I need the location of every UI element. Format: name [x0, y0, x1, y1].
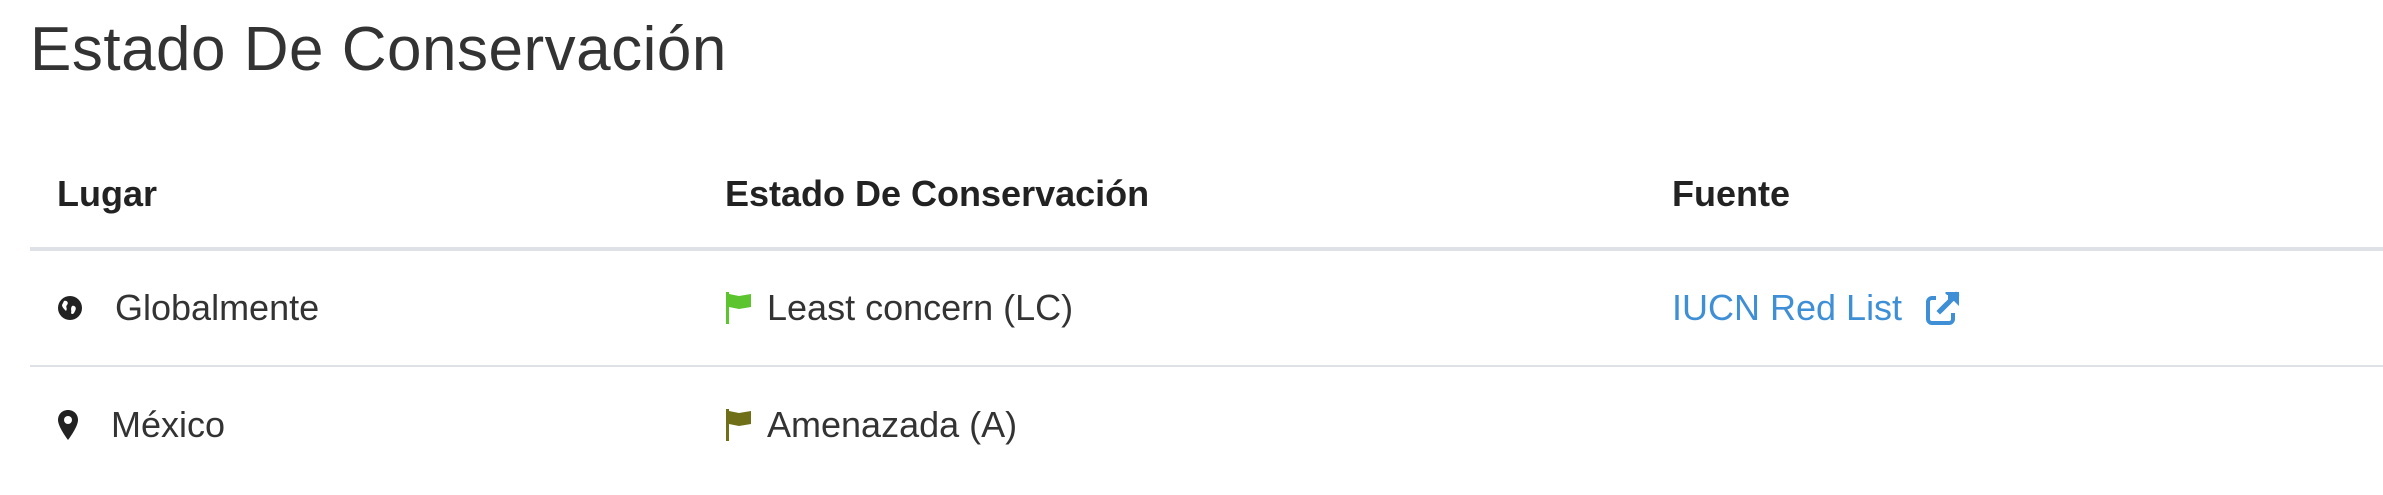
- globe-icon: [57, 295, 83, 321]
- external-link-icon[interactable]: [1926, 291, 1961, 325]
- column-header-status: Estado De Conservación: [725, 172, 1150, 214]
- place-label: México: [111, 403, 226, 445]
- status-label: Amenazada (A): [767, 403, 1018, 445]
- table-row: Globalmente Least concern (LC) IUCN Red …: [30, 251, 2383, 367]
- table-row: México Amenazada (A): [30, 367, 2383, 482]
- flag-icon: [725, 407, 753, 443]
- map-pin-icon: [57, 409, 79, 441]
- status-label: Least concern (LC): [767, 287, 1074, 328]
- status-cell: Amenazada (A): [725, 367, 1017, 482]
- flag-icon: [725, 290, 753, 326]
- source-cell: IUCN Red List: [1672, 251, 1961, 365]
- section-title: Estado De Conservación: [30, 15, 727, 84]
- place-cell: Globalmente: [57, 251, 319, 365]
- column-header-source: Fuente: [1672, 172, 1791, 214]
- column-header-place: Lugar: [57, 172, 158, 214]
- iucn-red-list-link[interactable]: IUCN Red List: [1672, 287, 1902, 329]
- place-label: Globalmente: [115, 287, 320, 328]
- table-header-row: Lugar Estado De Conservación Fuente: [30, 140, 2383, 251]
- place-cell: México: [57, 367, 225, 482]
- status-cell: Least concern (LC): [725, 251, 1073, 365]
- conservation-status-table: Lugar Estado De Conservación Fuente Glob…: [30, 140, 2383, 482]
